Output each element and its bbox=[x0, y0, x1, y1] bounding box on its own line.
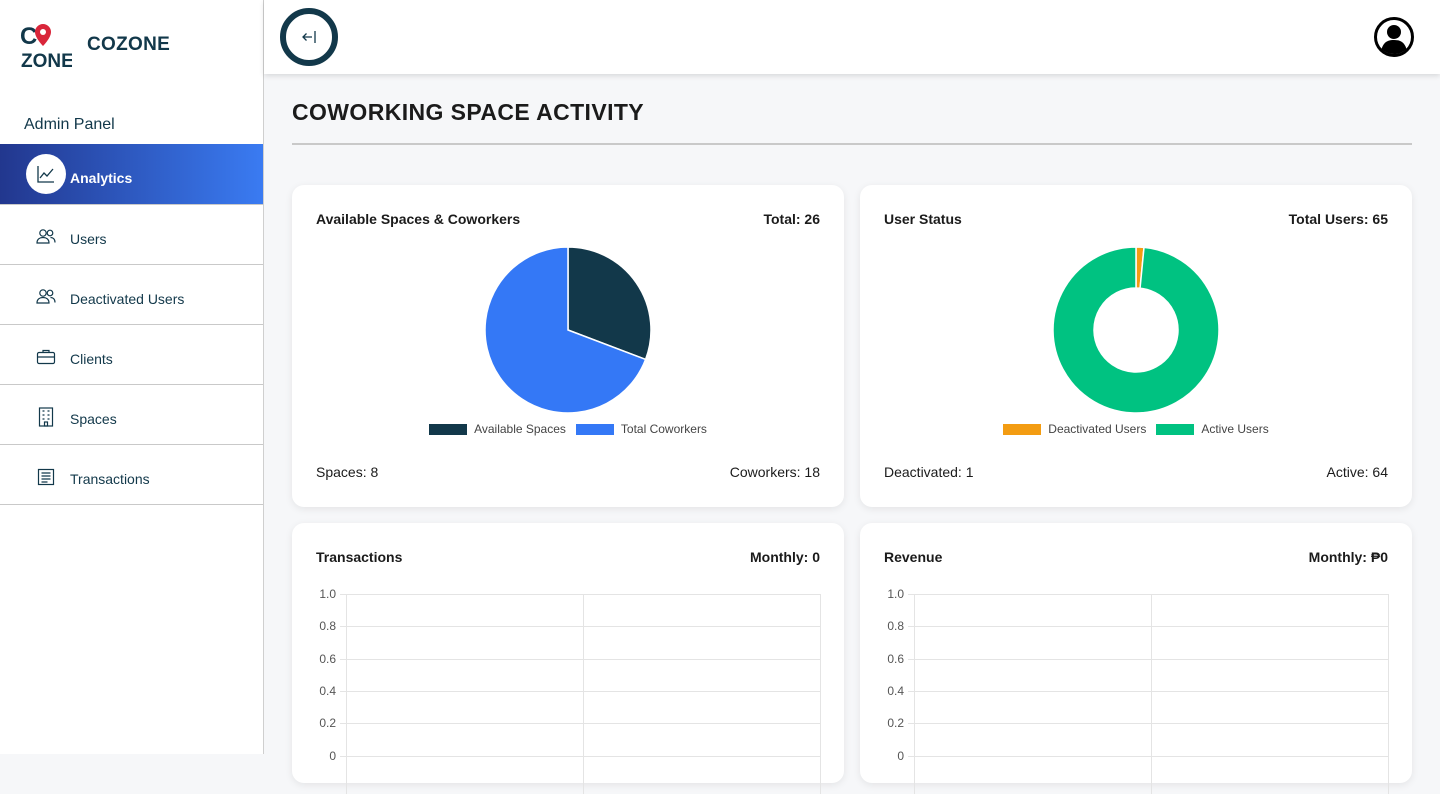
card-total: Total Users: 65 bbox=[1288, 211, 1388, 227]
building-icon bbox=[36, 407, 56, 427]
title-divider bbox=[292, 143, 1412, 145]
legend-item[interactable]: Deactivated Users bbox=[1003, 422, 1146, 436]
gridline bbox=[340, 594, 820, 595]
sidebar-item-label: Clients bbox=[70, 351, 113, 367]
gridline bbox=[340, 690, 820, 692]
gridline bbox=[340, 723, 820, 725]
pie-slice-active-users[interactable] bbox=[1052, 246, 1220, 414]
coworkers-count: Coworkers: 18 bbox=[729, 464, 820, 480]
chart-line-icon bbox=[26, 154, 66, 194]
y-tick-label: 0.8 bbox=[887, 619, 904, 634]
collapse-sidebar-button[interactable] bbox=[280, 8, 338, 66]
spaces-count: Spaces: 8 bbox=[316, 464, 379, 480]
active-count: Active: 64 bbox=[1326, 464, 1388, 480]
sidebar-item-deactivated-users[interactable]: Deactivated Users bbox=[0, 265, 263, 325]
card-title: User Status bbox=[884, 211, 962, 227]
legend-item[interactable]: Available Spaces bbox=[429, 422, 566, 436]
gridline bbox=[340, 658, 820, 660]
gridline bbox=[908, 723, 1388, 725]
vertical-gridline bbox=[820, 594, 821, 794]
legend-item[interactable]: Total Coworkers bbox=[575, 422, 707, 436]
user-circle-icon bbox=[1374, 17, 1414, 57]
y-tick-label: 0.2 bbox=[887, 716, 904, 731]
gridline bbox=[908, 755, 1388, 757]
y-tick-label: 0.2 bbox=[319, 716, 336, 731]
y-tick-label: 0.4 bbox=[319, 683, 336, 698]
collapse-left-icon bbox=[302, 31, 316, 43]
y-tick-label: 1.0 bbox=[319, 587, 336, 601]
chart-legend: Deactivated Users Active Users bbox=[860, 422, 1412, 436]
users-icon bbox=[36, 227, 56, 247]
sidebar-item-users[interactable]: Users bbox=[0, 205, 263, 265]
gridline bbox=[908, 690, 1388, 692]
gridline bbox=[908, 594, 1388, 595]
users-icon bbox=[36, 287, 56, 307]
user-status-card: User Status Total Users: 65 Deactivated … bbox=[860, 185, 1412, 507]
y-tick-label: 0 bbox=[329, 748, 336, 763]
spaces-coworkers-card: Available Spaces & Coworkers Total: 26 A… bbox=[292, 185, 844, 507]
y-tick-label: 0 bbox=[897, 748, 904, 763]
card-title: Revenue bbox=[884, 549, 943, 565]
y-tick-label: 0.4 bbox=[887, 683, 904, 698]
briefcase-icon bbox=[36, 347, 56, 367]
page-title: COWORKING SPACE ACTIVITY bbox=[292, 99, 645, 125]
deactivated-count: Deactivated: 1 bbox=[884, 464, 974, 480]
user-status-donut-chart bbox=[1052, 246, 1220, 414]
sidebar-item-label: Spaces bbox=[70, 411, 117, 427]
y-tick-label: 0.8 bbox=[319, 619, 336, 634]
vertical-gridline bbox=[1388, 594, 1389, 794]
card-total: Total: 26 bbox=[763, 211, 820, 227]
sidebar-item-label: Transactions bbox=[70, 471, 150, 487]
cozone-logo: C ZONE bbox=[20, 20, 74, 72]
vertical-gridline bbox=[346, 594, 347, 794]
transactions-card: Transactions Monthly: 0 1.0 0.8 0.6 0.4 0.2 0 bbox=[292, 523, 844, 794]
y-tick-label: 0.6 bbox=[887, 651, 904, 666]
chart-legend: Available Spaces Total Coworkers bbox=[292, 422, 844, 436]
brand[interactable]: C ZONE COZONE bbox=[20, 20, 171, 72]
revenue-card: Revenue Monthly: ₱0 1.0 0.8 0.6 0.4 0.2 0 bbox=[860, 523, 1412, 794]
top-bar bbox=[264, 0, 1440, 74]
vertical-gridline bbox=[914, 594, 915, 794]
card-total: Monthly: ₱0 bbox=[1308, 549, 1388, 565]
sidebar-nav: Analytics Users Deactivated Users Client… bbox=[0, 144, 263, 505]
receipt-icon bbox=[36, 467, 56, 487]
vertical-gridline bbox=[1151, 594, 1152, 794]
svg-text:ZONE: ZONE bbox=[21, 51, 72, 70]
gridline bbox=[908, 658, 1388, 660]
spaces-pie-chart bbox=[484, 246, 652, 414]
sidebar-item-clients[interactable]: Clients bbox=[0, 325, 263, 385]
user-avatar-button[interactable] bbox=[1374, 17, 1414, 57]
sidebar-item-label: Analytics bbox=[70, 170, 133, 186]
gridline bbox=[340, 755, 820, 757]
sidebar: C ZONE COZONE Admin Panel Analytics User… bbox=[0, 0, 264, 754]
svg-text:C: C bbox=[20, 23, 37, 50]
card-title: Available Spaces & Coworkers bbox=[316, 211, 521, 227]
y-tick-label: 0.6 bbox=[319, 651, 336, 666]
y-tick-label: 1.0 bbox=[887, 587, 904, 601]
sidebar-item-transactions[interactable]: Transactions bbox=[0, 445, 263, 505]
gridline bbox=[908, 626, 1388, 628]
gridline bbox=[340, 626, 820, 628]
sidebar-item-spaces[interactable]: Spaces bbox=[0, 385, 263, 445]
sidebar-item-analytics[interactable]: Analytics bbox=[0, 144, 263, 205]
panel-title: Admin Panel bbox=[24, 116, 115, 133]
vertical-gridline bbox=[583, 594, 584, 794]
brand-name: COZONE bbox=[87, 34, 171, 55]
card-total: Monthly: 0 bbox=[750, 549, 820, 565]
card-title: Transactions bbox=[316, 549, 403, 565]
sidebar-item-label: Deactivated Users bbox=[70, 291, 185, 307]
legend-item[interactable]: Active Users bbox=[1156, 422, 1269, 436]
sidebar-item-label: Users bbox=[70, 231, 107, 247]
